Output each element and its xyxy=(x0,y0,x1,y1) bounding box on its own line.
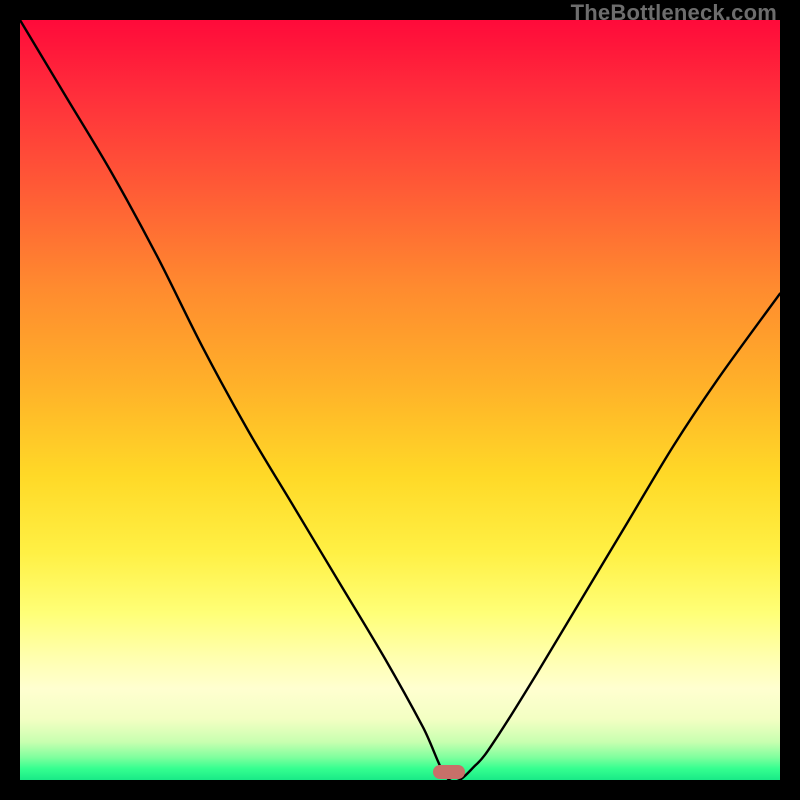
plot-area xyxy=(20,20,780,780)
minimum-marker xyxy=(433,765,465,779)
bottleneck-curve xyxy=(20,20,780,780)
chart-frame: TheBottleneck.com xyxy=(0,0,800,800)
